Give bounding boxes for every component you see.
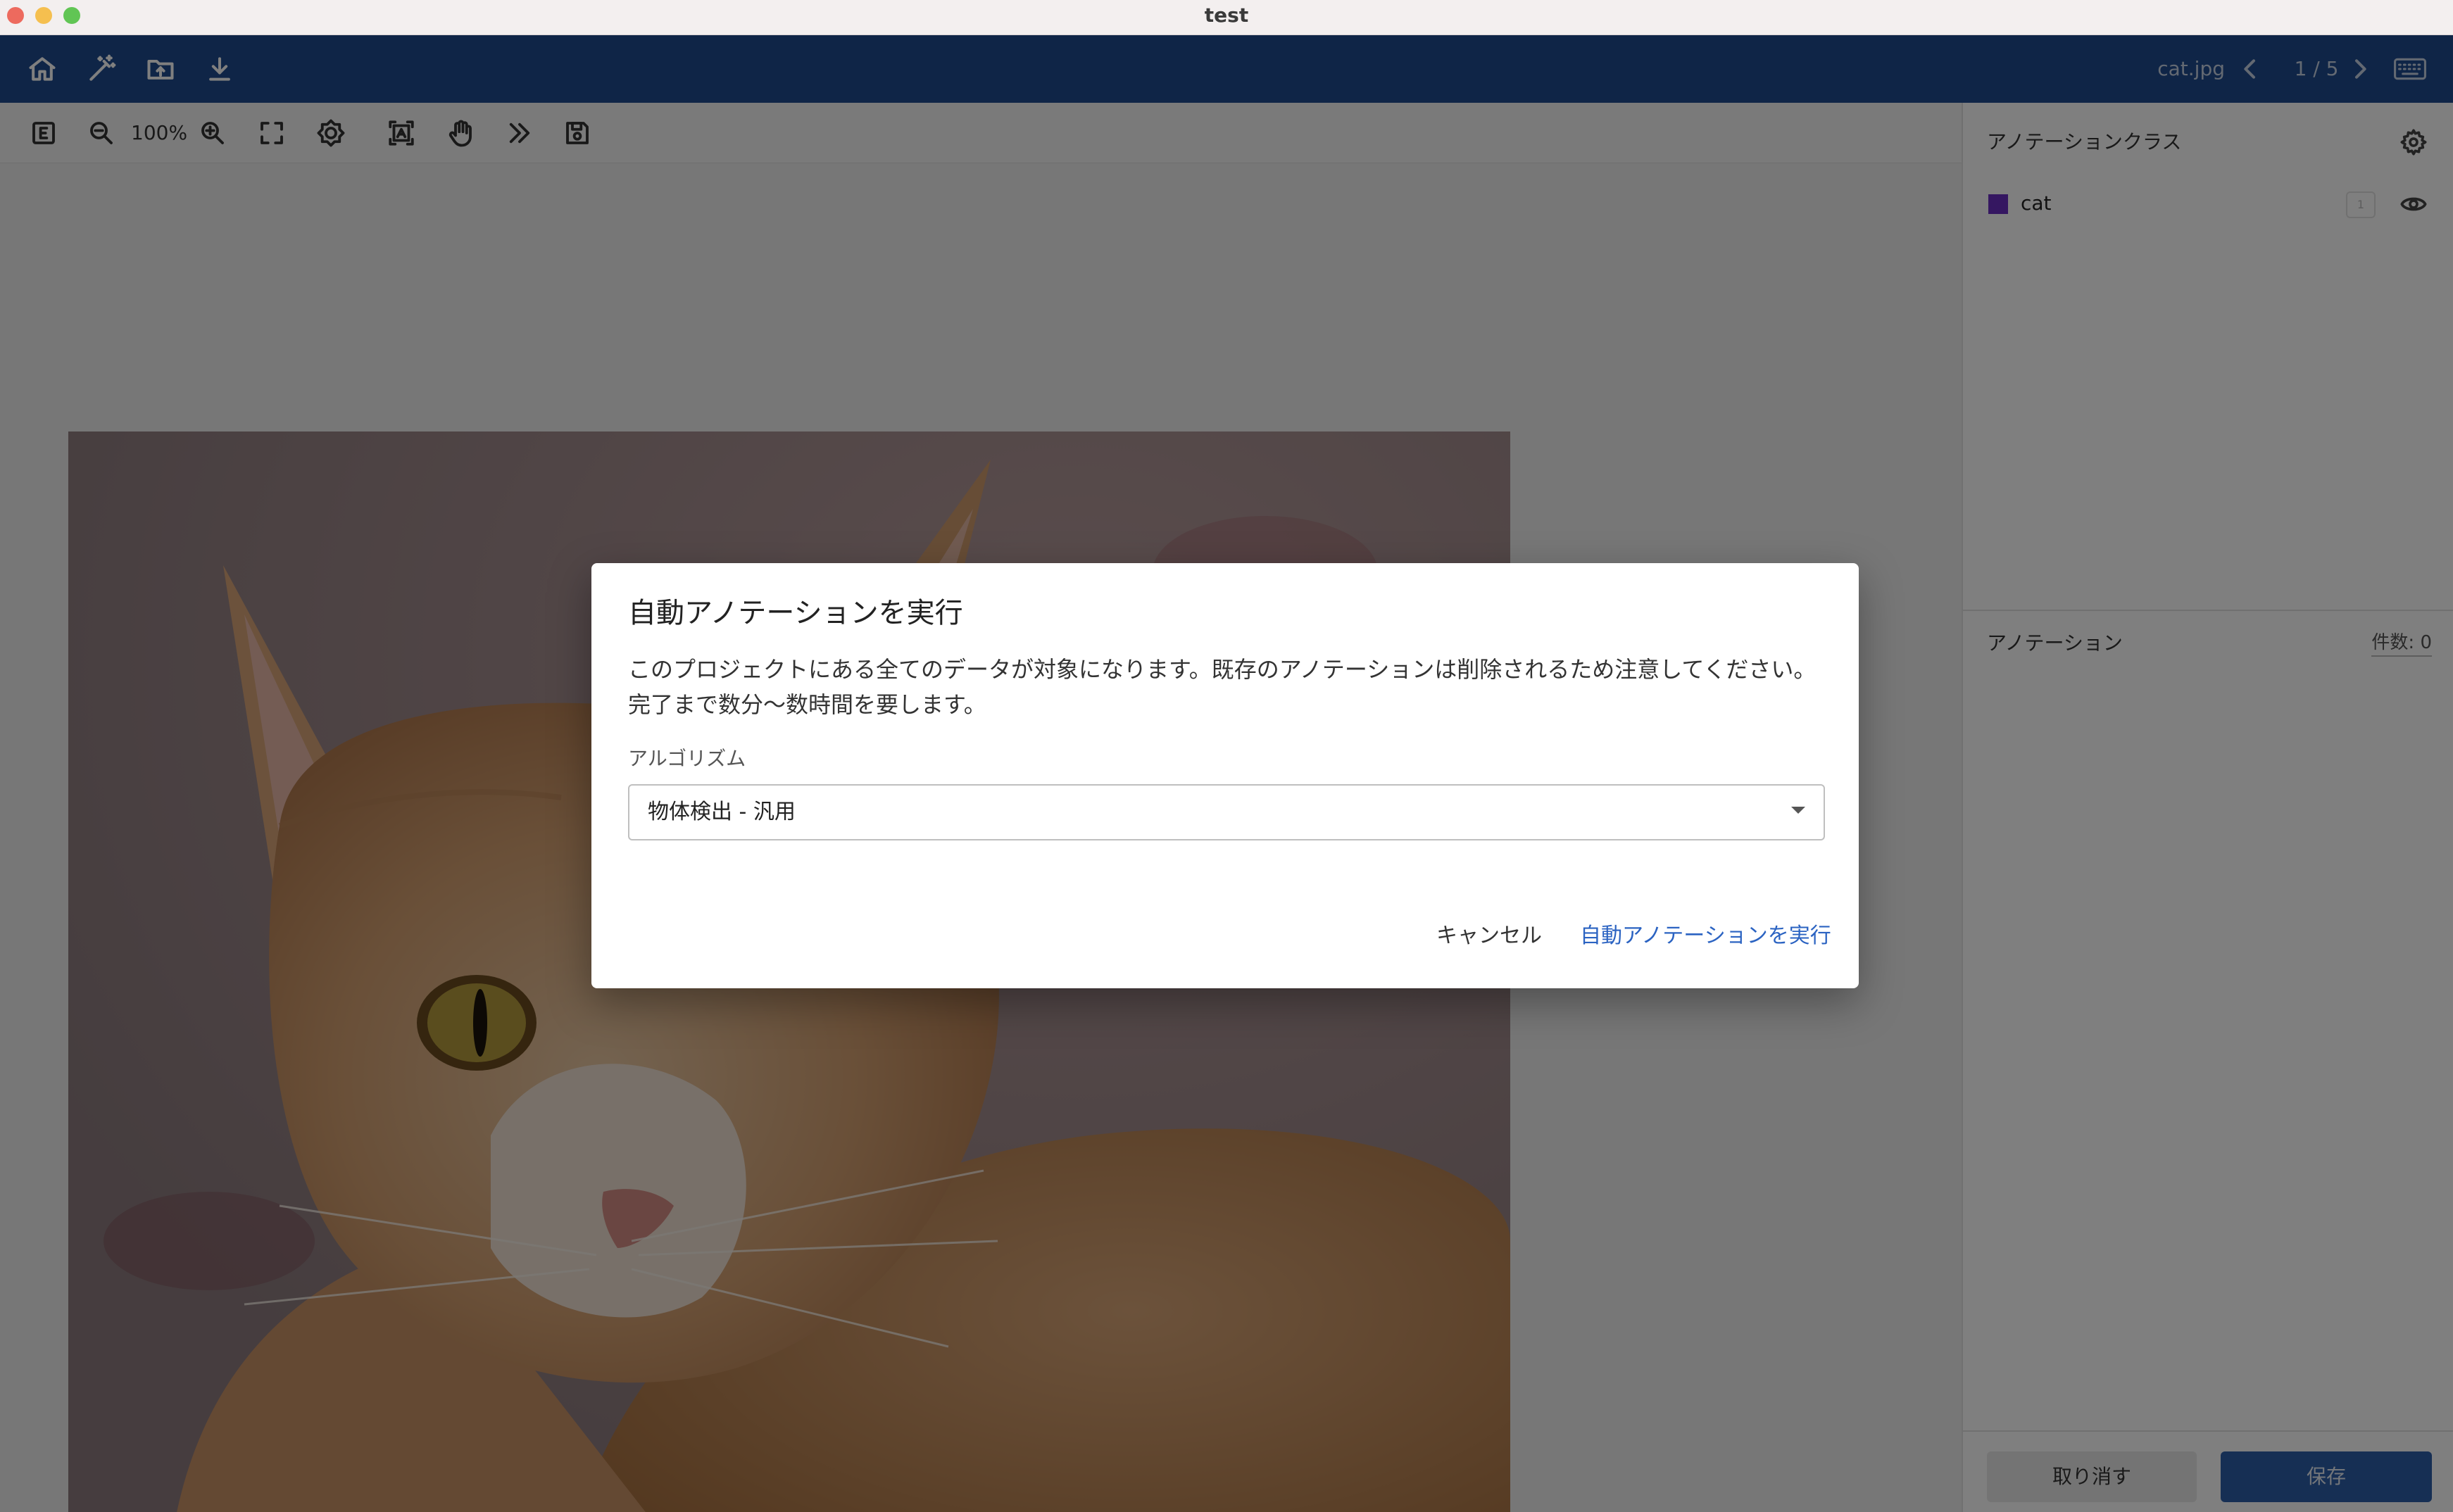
dialog-description-line-1: このプロジェクトにある全てのデータが対象になります。既存のアノテーションは削除さ… — [628, 656, 1817, 683]
caret-down-icon — [1791, 807, 1805, 814]
auto-annotation-dialog: 自動アノテーションを実行 このプロジェクトにある全てのデータが対象になります。既… — [591, 563, 1859, 988]
dialog-title: 自動アノテーションを実行 — [628, 597, 963, 629]
cancel-button[interactable]: キャンセル — [1422, 915, 1556, 957]
window-titlebar: test — [0, 0, 2453, 35]
algorithm-label: アルゴリズム — [628, 747, 746, 770]
run-auto-annotation-button[interactable]: 自動アノテーションを実行 — [1566, 915, 1845, 957]
algorithm-select-value: 物体検出 - 汎用 — [648, 800, 796, 824]
dialog-description-line-2: 完了まで数分〜数時間を要します。 — [628, 691, 986, 718]
algorithm-select[interactable]: 物体検出 - 汎用 — [628, 784, 1825, 840]
window-title: test — [1204, 4, 1249, 27]
dialog-description: このプロジェクトにある全てのデータが対象になります。既存のアノテーションは削除さ… — [628, 652, 1825, 722]
